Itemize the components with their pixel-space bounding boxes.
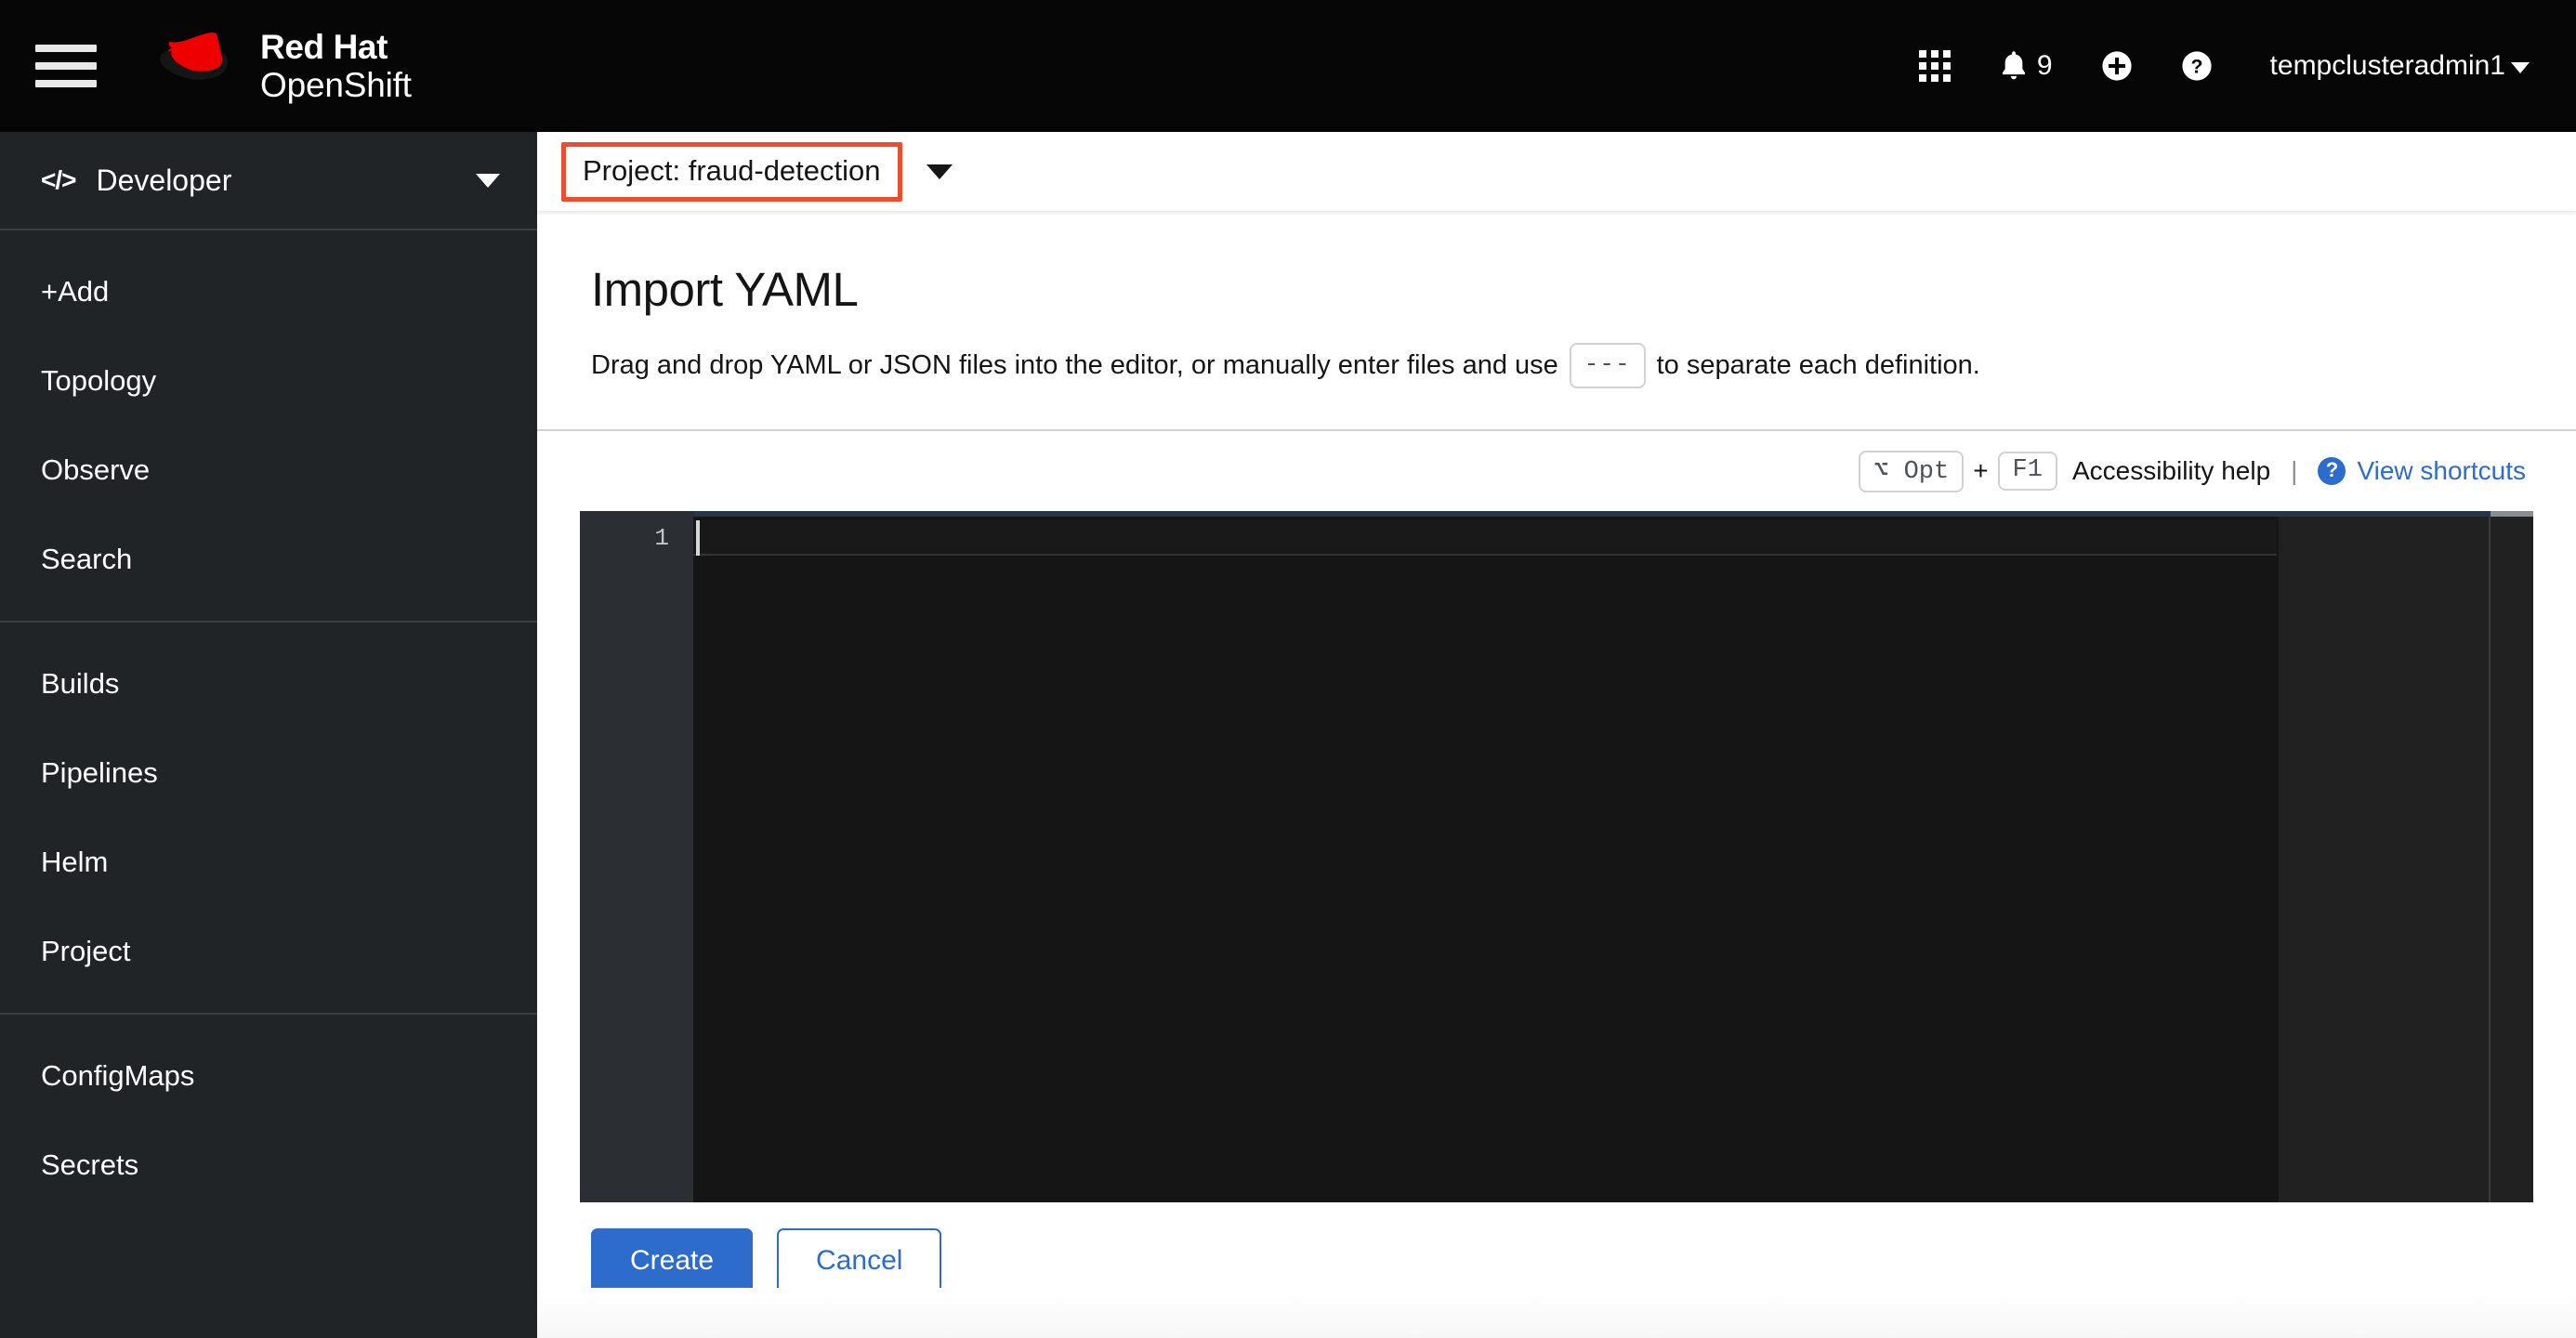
sidebar-item-helm[interactable]: Helm [0, 818, 537, 907]
page-description-before: Drag and drop YAML or JSON files into th… [591, 349, 1558, 380]
sidebar-item-label: Topology [41, 364, 157, 397]
page-header: Import YAML Drag and drop YAML or JSON f… [537, 212, 2576, 432]
view-shortcuts-label: View shortcuts [2357, 456, 2526, 486]
project-bar: Project: fraud-detection [537, 132, 2576, 212]
page-description-after: to separate each definition. [1656, 349, 1980, 380]
sidebar-item-label: +Add [41, 275, 110, 308]
sidebar-item-label: Pipelines [41, 756, 158, 789]
question-circle-icon: ? [2318, 457, 2346, 486]
sidebar-item-label: Helm [41, 846, 109, 878]
page-description: Drag and drop YAML or JSON files into th… [591, 343, 2522, 389]
grid-icon [1918, 50, 1951, 82]
project-selector-button[interactable]: Project: fraud-detection [583, 154, 881, 188]
bell-icon [2002, 51, 2025, 80]
sidebar-item-configmaps[interactable]: ConfigMaps [0, 1031, 537, 1121]
page-title: Import YAML [591, 263, 859, 316]
shortcut-key-joiner: + [1973, 456, 1989, 486]
sidebar-item-builds[interactable]: Builds [0, 639, 537, 728]
username-label: tempclusteradmin1 [2269, 50, 2505, 81]
plus-circle-icon [2101, 51, 2132, 81]
editor-scrollbar-top [2491, 511, 2533, 518]
line-number: 1 [654, 524, 669, 553]
nav-group-config: ConfigMaps Secrets [0, 1013, 537, 1226]
hamburger-bar [35, 80, 97, 87]
sidebar-item-label: Project [41, 935, 131, 967]
app-launcher-button[interactable] [1895, 0, 1975, 132]
yaml-separator-chip: --- [1569, 343, 1646, 389]
editor-line-gutter: 1 [580, 511, 693, 1202]
sidebar-item-search[interactable]: Search [0, 515, 537, 604]
text-cursor [696, 520, 700, 557]
perspective-label: Developer [96, 163, 232, 197]
view-shortcuts-link[interactable]: ? View shortcuts [2318, 456, 2526, 486]
sidebar-item-pipelines[interactable]: Pipelines [0, 728, 537, 818]
editor-overview-ruler [2489, 511, 2491, 1202]
body: </> Developer +Add Topology Observe Sear… [0, 132, 2576, 1338]
accessibility-help-label: Accessibility help [2071, 456, 2271, 486]
sidebar-navigation: </> Developer +Add Topology Observe Sear… [0, 132, 537, 1338]
add-button[interactable] [2077, 0, 2157, 132]
user-menu-button[interactable]: tempclusteradmin1 [2237, 50, 2535, 82]
project-selector-highlight: Project: fraud-detection [561, 141, 902, 202]
active-line-highlight [693, 520, 2277, 557]
svg-text:?: ? [2190, 56, 2202, 78]
toolbar-separator: | [2291, 456, 2298, 486]
shortcut-key-f1: F1 [1997, 452, 2057, 492]
cancel-button[interactable]: Cancel [777, 1228, 942, 1293]
sidebar-item-label: ConfigMaps [41, 1059, 195, 1092]
yaml-code-editor[interactable]: 1 [580, 511, 2533, 1202]
masthead: Red Hat OpenShift 9 ? tempclusteradmin1 [0, 0, 2576, 132]
caret-down-icon [476, 173, 500, 188]
sidebar-item-label: Builds [41, 667, 120, 700]
brand-name-redhat: Red Hat [260, 27, 388, 66]
perspective-switcher[interactable]: </> Developer [0, 132, 537, 230]
sidebar-item-observe[interactable]: Observe [0, 426, 537, 515]
main-content: Project: fraud-detection Import YAML Dra… [537, 132, 2576, 1338]
yaml-editor-section: ⌥ Opt + F1 Accessibility help | ? View s… [537, 431, 2576, 1338]
notifications-button[interactable]: 9 [1975, 0, 2077, 132]
openshift-console: Red Hat OpenShift 9 ? tempclusteradmin1 … [0, 0, 2576, 1338]
sidebar-item-topology[interactable]: Topology [0, 336, 537, 426]
editor-minimap-scrollbar[interactable] [2277, 511, 2533, 1202]
project-dropdown-caret-icon[interactable] [926, 164, 953, 179]
sidebar-item-add[interactable]: +Add [0, 247, 537, 336]
sidebar-item-label: Search [41, 543, 133, 575]
nav-group-builds: Builds Pipelines Helm Project [0, 621, 537, 1013]
hamburger-bar [35, 45, 97, 52]
shortcut-key-modifier: ⌥ Opt [1859, 450, 1965, 492]
caret-down-icon [2511, 62, 2530, 73]
sidebar-item-label: Observe [41, 453, 151, 486]
brand-logo[interactable]: Red Hat OpenShift [147, 28, 412, 105]
notification-count: 9 [2036, 50, 2053, 81]
editor-top-strip [693, 511, 2491, 518]
masthead-toolbar: 9 ? tempclusteradmin1 [1895, 0, 2576, 132]
hamburger-menu-icon[interactable] [35, 45, 115, 87]
hamburger-bar [35, 62, 97, 70]
red-hat-logo-icon [160, 33, 229, 80]
nav-group-primary: +Add Topology Observe Search [0, 230, 537, 621]
code-icon: </> [41, 165, 76, 194]
editor-text-area[interactable] [693, 511, 2277, 1202]
sidebar-item-label: Secrets [41, 1148, 139, 1181]
editor-toolbar: ⌥ Opt + F1 Accessibility help | ? View s… [537, 431, 2533, 511]
question-circle-icon: ? [2181, 51, 2212, 81]
brand-name-openshift: OpenShift [260, 66, 412, 104]
sidebar-item-project[interactable]: Project [0, 907, 537, 996]
form-actions: Create Cancel [537, 1202, 2533, 1338]
brand-text: Red Hat OpenShift [260, 28, 412, 105]
sidebar-item-secrets[interactable]: Secrets [0, 1121, 537, 1210]
create-button[interactable]: Create [591, 1228, 754, 1293]
help-button[interactable]: ? [2157, 0, 2237, 132]
